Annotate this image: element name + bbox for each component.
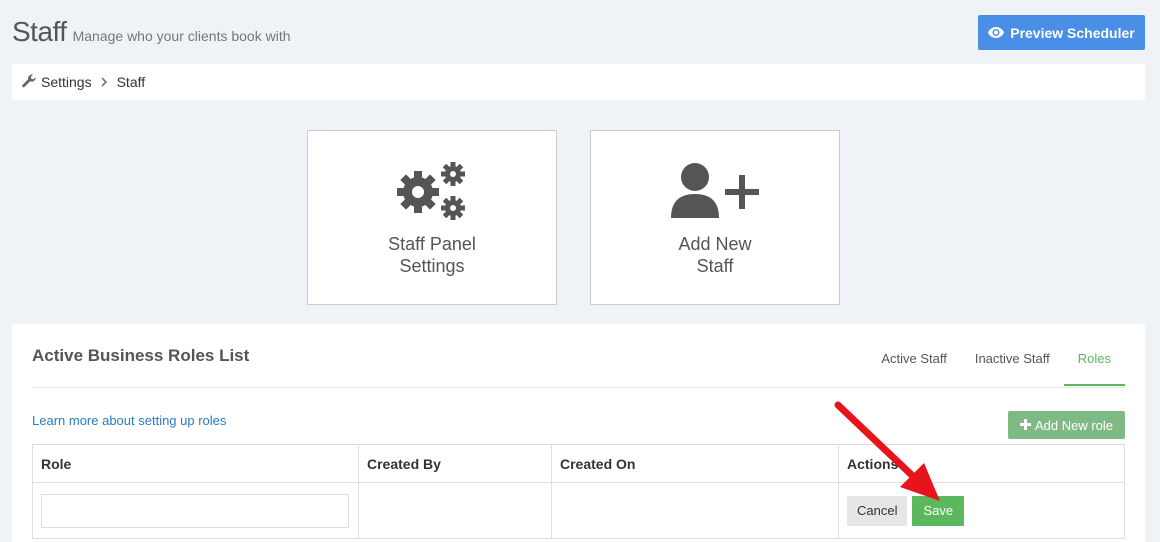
eye-icon bbox=[988, 25, 1005, 41]
staff-tabs: Active Staff Inactive Staff Roles bbox=[867, 351, 1125, 386]
page-subtitle: Manage who your clients book with bbox=[72, 28, 291, 44]
staff-panel-settings-card[interactable]: Staff Panel Settings bbox=[307, 130, 557, 305]
column-header-created-on: Created On bbox=[551, 444, 839, 483]
created-by-cell bbox=[358, 482, 552, 539]
breadcrumb-item-settings[interactable]: Settings bbox=[22, 74, 92, 91]
page-title: Staff Manage who your clients book with bbox=[12, 16, 291, 48]
chevron-right-icon bbox=[101, 77, 108, 87]
column-header-created-by: Created By bbox=[358, 444, 552, 483]
learn-more-roles-link[interactable]: Learn more about setting up roles bbox=[32, 413, 226, 428]
table-header-row: Role Created By Created On Actions bbox=[32, 444, 1125, 483]
tab-roles[interactable]: Roles bbox=[1063, 351, 1125, 386]
actions-cell: Cancel Save bbox=[838, 482, 1125, 539]
column-header-role: Role bbox=[32, 444, 359, 483]
role-cell bbox=[32, 482, 359, 539]
plus-icon bbox=[1019, 418, 1031, 433]
card-label: Staff Panel Settings bbox=[388, 234, 476, 276]
tab-inactive-staff[interactable]: Inactive Staff bbox=[961, 351, 1064, 386]
save-button[interactable]: Save bbox=[912, 495, 965, 526]
table-row: Cancel Save bbox=[32, 482, 1125, 539]
column-header-actions: Actions bbox=[838, 444, 1125, 483]
card-label: Add New Staff bbox=[678, 234, 752, 276]
role-name-input[interactable] bbox=[41, 493, 349, 528]
user-plus-icon bbox=[669, 161, 761, 221]
created-on-cell bbox=[551, 482, 839, 539]
divider bbox=[32, 387, 1125, 388]
breadcrumb: Settings Staff bbox=[12, 64, 1145, 100]
gears-icon bbox=[396, 161, 468, 221]
cancel-button[interactable]: Cancel bbox=[847, 495, 908, 526]
page-title-text: Staff bbox=[12, 16, 67, 47]
panel-title: Active Business Roles List bbox=[32, 346, 250, 365]
roles-panel: Active Business Roles List Active Staff … bbox=[12, 324, 1145, 542]
add-new-role-button[interactable]: Add New role bbox=[1008, 411, 1125, 439]
preview-scheduler-label: Preview Scheduler bbox=[1010, 24, 1135, 41]
add-new-staff-card[interactable]: Add New Staff bbox=[590, 130, 840, 305]
preview-scheduler-button[interactable]: Preview Scheduler bbox=[978, 15, 1145, 50]
tab-active-staff[interactable]: Active Staff bbox=[867, 351, 961, 386]
roles-table: Role Created By Created On Actions Cance… bbox=[32, 444, 1125, 539]
breadcrumb-label: Settings bbox=[41, 74, 92, 90]
breadcrumb-item-staff: Staff bbox=[117, 74, 146, 90]
wrench-icon bbox=[22, 74, 36, 91]
breadcrumb-label: Staff bbox=[116, 74, 146, 90]
add-new-role-label: Add New role bbox=[1034, 417, 1114, 433]
